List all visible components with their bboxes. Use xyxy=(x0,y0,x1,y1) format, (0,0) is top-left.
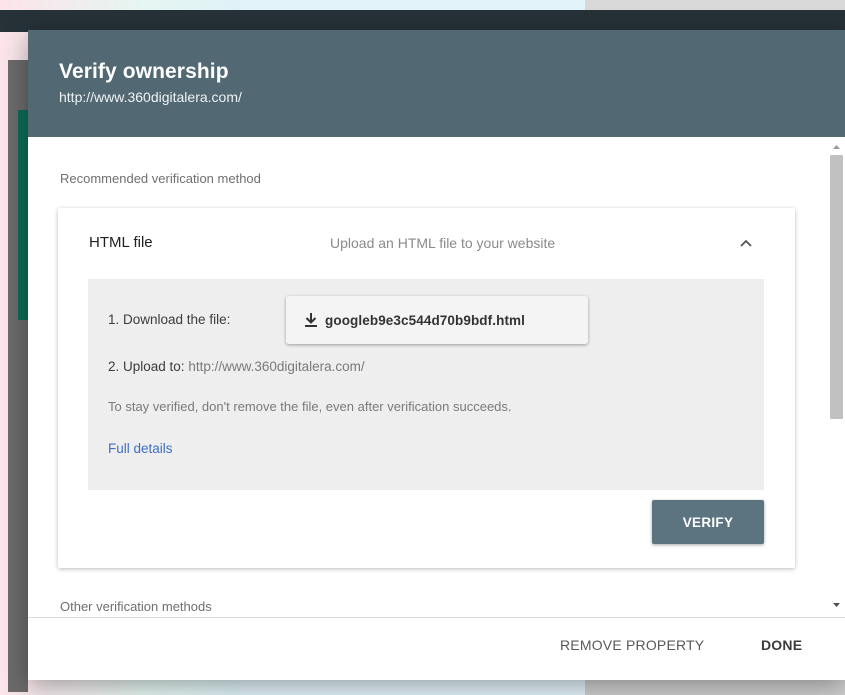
method-title: HTML file xyxy=(89,234,153,251)
chevron-up-icon[interactable] xyxy=(738,236,754,250)
html-file-method-card: HTML file Upload an HTML file to your we… xyxy=(58,208,795,568)
file-name: googleb9e3c544d70b9bdf.html xyxy=(325,312,525,328)
background-accent xyxy=(18,110,28,320)
verification-note: To stay verified, don't remove the file,… xyxy=(108,399,512,414)
done-button[interactable]: DONE xyxy=(761,637,802,653)
step1-label: 1. Download the file: xyxy=(108,312,231,327)
dialog-title: Verify ownership xyxy=(59,60,229,83)
scroll-down-arrow-icon[interactable] xyxy=(832,601,841,610)
dialog-body: Recommended verification method HTML fil… xyxy=(28,137,845,617)
step2-url: http://www.360digitalera.com/ xyxy=(188,359,365,374)
scroll-up-arrow-icon[interactable] xyxy=(832,142,841,151)
dialog-footer: REMOVE PROPERTY DONE xyxy=(28,617,845,680)
dialog-scrollbar[interactable] xyxy=(828,137,845,617)
background-topbar xyxy=(0,10,845,32)
dialog-header: Verify ownership http://www.360digitaler… xyxy=(28,30,845,137)
recommended-method-label: Recommended verification method xyxy=(60,171,261,186)
remove-property-button[interactable]: REMOVE PROPERTY xyxy=(560,637,704,653)
step2-text: 2. Upload to: http://www.360digitalera.c… xyxy=(108,359,365,374)
verify-ownership-dialog: Verify ownership http://www.360digitaler… xyxy=(28,30,845,680)
full-details-link[interactable]: Full details xyxy=(108,441,173,456)
other-methods-label: Other verification methods xyxy=(60,599,212,614)
step2-label: 2. Upload to: xyxy=(108,359,185,374)
method-instructions-panel: 1. Download the file: googleb9e3c544d70b… xyxy=(88,279,764,490)
dialog-subtitle: http://www.360digitalera.com/ xyxy=(59,89,242,105)
verify-button[interactable]: VERIFY xyxy=(652,500,764,544)
download-file-button[interactable]: googleb9e3c544d70b9bdf.html xyxy=(286,296,588,344)
download-icon xyxy=(305,313,317,327)
method-description: Upload an HTML file to your website xyxy=(330,235,556,251)
scrollbar-thumb[interactable] xyxy=(830,155,843,419)
